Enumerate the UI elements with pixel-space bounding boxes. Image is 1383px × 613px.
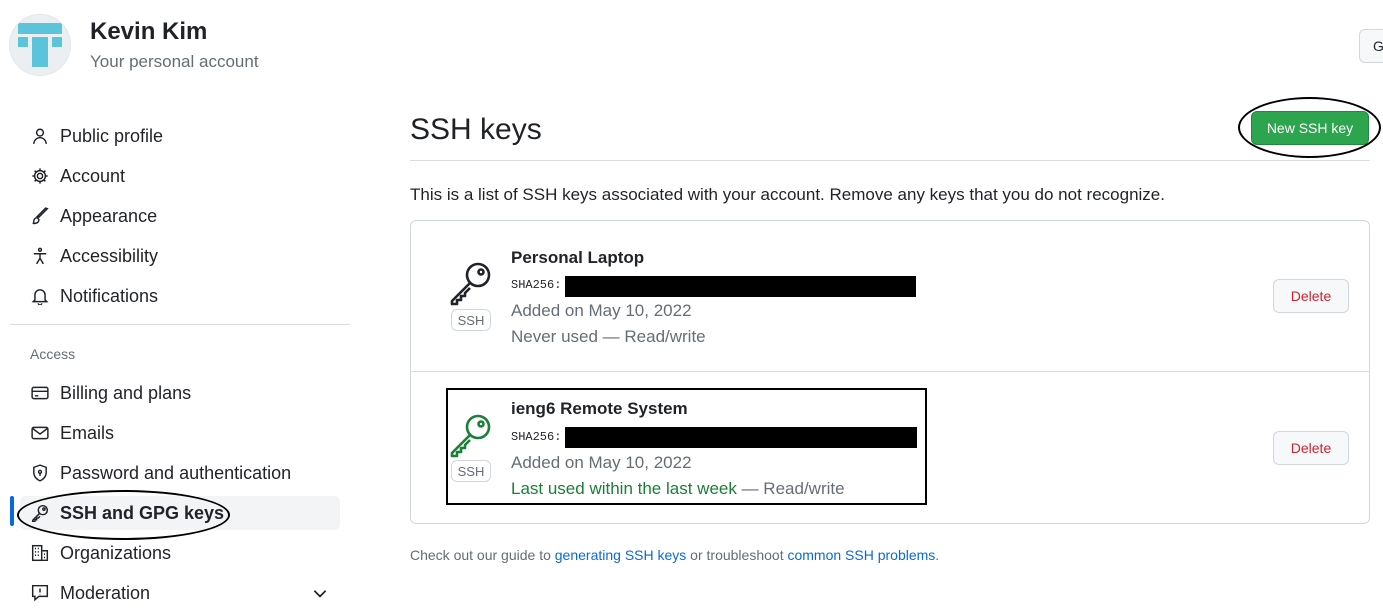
page-title: SSH keys <box>410 113 542 146</box>
sidebar-item-accessibility[interactable]: Accessibility <box>20 239 340 273</box>
user-subtitle: Your personal account <box>90 52 259 71</box>
sidebar-item-label: Emails <box>60 422 115 443</box>
sidebar-item-label: Notifications <box>60 285 159 306</box>
new-ssh-key-button[interactable]: New SSH key <box>1251 111 1369 145</box>
key-added-date: Added on May 10, 2022 <box>511 301 692 320</box>
sidebar-item-billing[interactable]: Billing and plans <box>20 376 340 410</box>
generating-ssh-keys-link[interactable]: generating SSH keys <box>555 547 687 563</box>
accessibility-icon <box>30 246 50 266</box>
key-usage: Last used within the last week — Read/wr… <box>511 479 845 498</box>
organization-icon <box>30 543 50 563</box>
ssh-badge: SSH <box>451 309 491 331</box>
sidebar-item-label: Password and authentication <box>60 462 292 483</box>
intro-text: This is a list of SSH keys associated wi… <box>410 185 1165 204</box>
delete-key-button[interactable]: Delete <box>1273 279 1349 313</box>
chevron-down-icon[interactable] <box>311 584 329 602</box>
key-list-divider <box>411 371 1369 372</box>
report-icon <box>30 583 50 603</box>
sidebar-item-ssh-gpg-keys[interactable]: SSH and GPG keys <box>20 496 340 530</box>
title-divider <box>410 160 1370 161</box>
sidebar-item-label: Accessibility <box>60 245 159 266</box>
fingerprint-label: SHA256: <box>511 278 562 292</box>
key-usage: Never used — Read/write <box>511 327 706 346</box>
sidebar-item-notifications[interactable]: Notifications <box>20 279 340 313</box>
go-to-profile-button[interactable]: G <box>1359 29 1383 63</box>
key-title: ieng6 Remote System <box>511 399 688 418</box>
paintbrush-icon <box>30 206 50 226</box>
fingerprint-label: SHA256: <box>511 430 562 444</box>
sidebar-item-label: SSH and GPG keys <box>60 502 225 523</box>
sidebar-item-account[interactable]: Account <box>20 159 340 193</box>
key-icon <box>450 262 491 306</box>
person-icon <box>30 126 50 146</box>
key-added-date: Added on May 10, 2022 <box>511 453 692 472</box>
credit-card-icon <box>30 383 50 403</box>
footer-note: Check out our guide to generating SSH ke… <box>410 547 940 563</box>
sidebar-item-label: Moderation <box>60 582 151 603</box>
common-ssh-problems-link[interactable]: common SSH problems <box>787 547 935 563</box>
sidebar-item-label: Billing and plans <box>60 382 192 403</box>
sidebar-item-password[interactable]: Password and authentication <box>20 456 340 490</box>
sidebar-divider <box>10 324 350 325</box>
bell-icon <box>30 286 50 306</box>
ssh-badge: SSH <box>451 460 491 482</box>
redacted-fingerprint <box>565 276 916 297</box>
redacted-fingerprint <box>565 427 917 448</box>
sidebar-item-label: Account <box>60 165 126 186</box>
delete-key-button[interactable]: Delete <box>1273 431 1349 465</box>
sidebar-item-moderation[interactable]: Moderation <box>20 576 340 610</box>
sidebar-item-emails[interactable]: Emails <box>20 416 340 450</box>
sidebar-item-public-profile[interactable]: Public profile <box>20 119 340 153</box>
key-icon <box>30 503 50 523</box>
sidebar-item-label: Organizations <box>60 542 172 563</box>
key-title: Personal Laptop <box>511 248 645 267</box>
active-indicator <box>10 496 14 526</box>
sidebar-item-appearance[interactable]: Appearance <box>20 199 340 233</box>
mail-icon <box>30 423 50 443</box>
sidebar-item-organizations[interactable]: Organizations <box>20 536 340 570</box>
shield-lock-icon <box>30 463 50 483</box>
gear-icon <box>30 166 50 186</box>
access-heading: Access <box>30 346 76 362</box>
sidebar-item-label: Public profile <box>60 125 164 146</box>
sidebar-item-label: Appearance <box>60 205 158 226</box>
avatar[interactable] <box>9 14 71 76</box>
user-name[interactable]: Kevin Kim <box>90 18 207 46</box>
key-icon <box>450 414 491 458</box>
